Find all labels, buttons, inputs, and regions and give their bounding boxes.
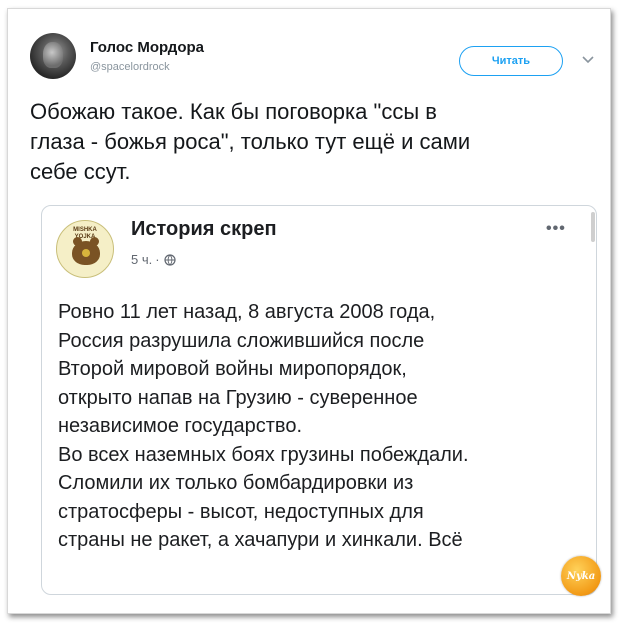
- tweet-screenshot-frame: Голос Мордора @spacelordrock Читать Обож…: [7, 8, 611, 614]
- post-body: Ровно 11 лет назад, 8 августа 2008 года,…: [58, 298, 578, 555]
- scrollbar[interactable]: [591, 212, 595, 242]
- author-display-name[interactable]: Голос Мордора: [90, 39, 204, 56]
- post-line: Второй мировой войны миропорядок,: [58, 358, 407, 380]
- post-line: независимое государство.: [58, 415, 303, 437]
- page-logo-text: MISHKA YOJKA: [73, 227, 97, 240]
- tweet-text: Обожаю такое. Как бы поговорка "ссы в гл…: [30, 99, 471, 184]
- follow-button[interactable]: Читать: [459, 46, 563, 76]
- page-name[interactable]: История скреп: [131, 218, 277, 241]
- star-icon: [82, 249, 90, 257]
- avatar-face: [43, 42, 63, 68]
- author-handle[interactable]: @spacelordrock: [90, 61, 170, 73]
- post-line: Сломили их только бомбардировки из: [58, 472, 414, 494]
- post-line: Во всех наземных боях грузины побеждали.: [58, 443, 469, 466]
- globe-icon: [163, 253, 176, 266]
- post-line: стратосферы - высот, недоступных для: [58, 500, 424, 523]
- post-meta: 5 ч. ·: [131, 252, 176, 267]
- post-line: открыто напав на Грузию - суверенное: [58, 386, 418, 409]
- chevron-down-icon[interactable]: [581, 53, 595, 67]
- meta-separator: ·: [155, 252, 160, 267]
- post-time[interactable]: 5 ч.: [131, 252, 152, 267]
- page-logo-icon[interactable]: MISHKA YOJKA: [56, 220, 114, 278]
- more-options-icon[interactable]: •••: [546, 220, 566, 238]
- user-avatar-icon[interactable]: [30, 33, 76, 79]
- post-line: Россия разрушила сложившийся после: [58, 329, 425, 352]
- embedded-facebook-post[interactable]: MISHKA YOJKA История скреп 5 ч. · ••• Ро…: [41, 205, 597, 595]
- watermark-logo: Nyka: [561, 556, 601, 596]
- post-line: страны не ракет, а хачапури и хинкали. В…: [58, 529, 463, 551]
- post-line: Ровно 11 лет назад, 8 августа 2008 года,: [58, 301, 436, 323]
